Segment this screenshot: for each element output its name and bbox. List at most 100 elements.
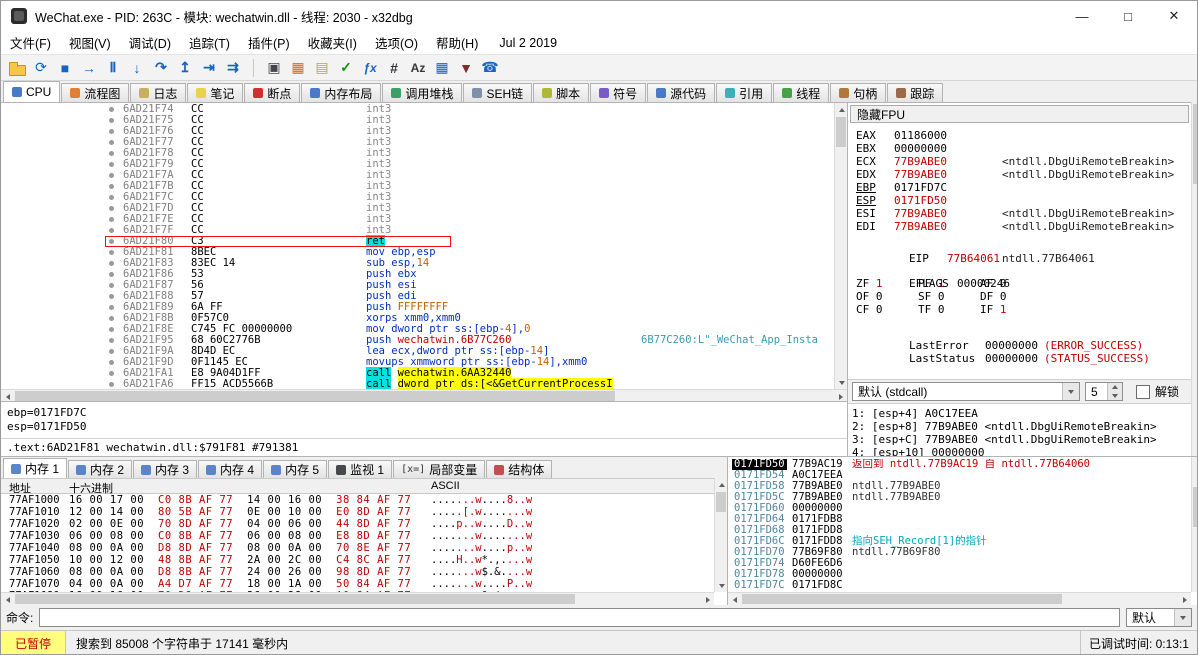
dump-vscrollbar[interactable]: [714, 478, 727, 592]
argument-row-2[interactable]: 2: [esp+8] 77B9ABE0 <ntdll.DbgUiRemoteBr…: [852, 420, 1187, 433]
scroll-right-button[interactable]: [1178, 593, 1191, 605]
favourites-icon[interactable]: ▤: [311, 57, 333, 79]
close-button[interactable]: ✕: [1151, 1, 1197, 31]
minimize-button[interactable]: —: [1059, 1, 1105, 31]
breakpoint-dot[interactable]: [109, 294, 114, 299]
menu-item-8[interactable]: Jul 2 2019: [487, 33, 566, 53]
spinner-buttons[interactable]: [1107, 383, 1122, 400]
breakpoint-dot[interactable]: [109, 206, 114, 211]
dump-row[interactable]: 77AF100016 00 17 00C0 8B AF 7714 00 16 0…: [1, 494, 714, 506]
dump-tab-4[interactable]: 内存 5: [263, 460, 327, 478]
register-value[interactable]: 77B9ABE0: [894, 220, 964, 233]
breakpoint-dot[interactable]: [109, 261, 114, 266]
flag-df[interactable]: DF 0: [980, 290, 1042, 303]
scrollbar-thumb[interactable]: [15, 391, 615, 401]
scroll-right-button[interactable]: [701, 593, 714, 605]
scrollbar-thumb[interactable]: [15, 594, 575, 604]
flag-sf[interactable]: SF 0: [918, 290, 980, 303]
scroll-up-button[interactable]: [835, 103, 847, 116]
view-tab-3[interactable]: 笔记: [187, 83, 243, 102]
view-tab-1[interactable]: 流程图: [61, 83, 129, 102]
open-file-icon[interactable]: [6, 57, 28, 79]
view-tab-9[interactable]: 符号: [590, 83, 646, 102]
register-value[interactable]: 00000000: [894, 142, 964, 155]
breakpoint-dot[interactable]: [109, 195, 114, 200]
plugins-box-icon[interactable]: ▦: [287, 57, 309, 79]
view-tab-8[interactable]: 脚本: [533, 83, 589, 102]
dump-tab-5[interactable]: 监视 1: [328, 460, 392, 478]
hide-fpu-button[interactable]: 隐藏FPU: [850, 105, 1189, 123]
disassembly-pane[interactable]: 6AD21F74CCint36AD21F75CCint36AD21F76CCin…: [1, 102, 847, 401]
dump-tab-0[interactable]: 内存 1: [3, 458, 67, 478]
scrollbar-thumb[interactable]: [1193, 104, 1198, 184]
breakpoint-dot[interactable]: [109, 217, 114, 222]
register-row[interactable]: ESP0171FD50: [856, 194, 1187, 207]
menu-item-3[interactable]: 追踪(T): [180, 30, 239, 55]
memory-grid-icon[interactable]: ▦: [431, 57, 453, 79]
register-row[interactable]: EBP0171FD7C: [856, 181, 1187, 194]
pause-icon[interactable]: Ⅱ: [102, 57, 124, 79]
maximize-button[interactable]: □: [1105, 1, 1151, 31]
breakpoint-dot[interactable]: [109, 338, 114, 343]
scroll-up-button[interactable]: [715, 478, 727, 491]
scroll-left-button[interactable]: [1, 390, 14, 401]
dump-tab-1[interactable]: 内存 2: [68, 460, 132, 478]
dump-row[interactable]: 77AF101012 00 14 0080 5B AF 770E 00 10 0…: [1, 506, 714, 518]
menu-item-2[interactable]: 调试(D): [120, 30, 180, 55]
scroll-left-button[interactable]: [728, 593, 741, 605]
stack-pane[interactable]: 0171FD5077B9AC19返回到 ntdll.77B9AC19 自 ntd…: [727, 456, 1198, 605]
breakpoint-dot[interactable]: [109, 129, 114, 134]
breakpoint-dot[interactable]: [109, 360, 114, 365]
dump-row[interactable]: 77AF105010 00 12 0048 8B AF 772A 00 2C 0…: [1, 554, 714, 566]
breakpoint-dot[interactable]: [109, 327, 114, 332]
register-row[interactable]: EBX00000000: [856, 142, 1187, 155]
register-value[interactable]: 0171FD50: [894, 194, 964, 207]
scrollbar-thumb[interactable]: [1193, 487, 1198, 527]
breakpoint-dot[interactable]: [109, 151, 114, 156]
view-tab-10[interactable]: 源代码: [647, 83, 715, 102]
disasm-vscrollbar[interactable]: [834, 103, 847, 389]
view-tab-11[interactable]: 引用: [716, 83, 772, 102]
scrollbar-thumb[interactable]: [836, 117, 846, 147]
hash-icon[interactable]: #: [383, 57, 405, 79]
last-status-row[interactable]: LastStatus00000000(STATUS_SUCCESS): [856, 339, 1187, 352]
settings-icon[interactable]: ▣: [263, 57, 285, 79]
register-value[interactable]: 77B9ABE0: [894, 168, 964, 181]
breakpoint-dot[interactable]: [109, 184, 114, 189]
flag-tf[interactable]: TF 0: [918, 303, 980, 316]
breakpoint-dot[interactable]: [109, 239, 114, 244]
eflags-row[interactable]: EFLAGS00000246: [856, 264, 1187, 277]
chevron-down-icon[interactable]: [1174, 609, 1191, 626]
register-value[interactable]: 77B9ABE0: [894, 207, 964, 220]
view-tab-6[interactable]: 调用堆栈: [382, 83, 462, 102]
step-over-icon[interactable]: ↷: [150, 57, 172, 79]
register-row[interactable]: EAX01186000: [856, 129, 1187, 142]
breakpoint-dot[interactable]: [109, 118, 114, 123]
breakpoint-dot[interactable]: [109, 283, 114, 288]
menu-item-0[interactable]: 文件(F): [1, 30, 60, 55]
font-icon[interactable]: Az: [407, 57, 429, 79]
breakpoint-dot[interactable]: [109, 349, 114, 354]
eflags-value[interactable]: 00000246: [957, 277, 1027, 290]
dump-tab-6[interactable]: [x=]局部变量: [393, 460, 485, 478]
dump-tab-3[interactable]: 内存 4: [198, 460, 262, 478]
execute-till-return-icon[interactable]: ↥: [174, 57, 196, 79]
restart-icon[interactable]: ⟳: [30, 57, 52, 79]
flag-if[interactable]: IF 1: [980, 303, 1042, 316]
register-row[interactable]: ESI77B9ABE0<ntdll.DbgUiRemoteBreakin>: [856, 207, 1187, 220]
phone-icon[interactable]: ☎: [479, 57, 501, 79]
argument-row-3[interactable]: 3: [esp+C] 77B9ABE0 <ntdll.DbgUiRemoteBr…: [852, 433, 1187, 446]
dump-tab-7[interactable]: 结构体: [486, 460, 552, 478]
breakpoint-dot[interactable]: [109, 316, 114, 321]
run-to-user-code-icon[interactable]: ⇥: [198, 57, 220, 79]
flag-cf[interactable]: CF 0: [856, 303, 918, 316]
register-value[interactable]: 0171FD7C: [894, 181, 964, 194]
segment-registers-row[interactable]: GS 002B FS 0053: [856, 364, 1187, 377]
breakpoint-dot[interactable]: [109, 250, 114, 255]
breakpoint-dot[interactable]: [109, 305, 114, 310]
scroll-left-button[interactable]: [1, 593, 14, 605]
dump-hscrollbar[interactable]: [1, 592, 714, 605]
breakpoint-dot[interactable]: [109, 107, 114, 112]
menu-item-1[interactable]: 视图(V): [60, 30, 120, 55]
calling-convention-combo[interactable]: 默认 (stdcall): [852, 382, 1080, 401]
